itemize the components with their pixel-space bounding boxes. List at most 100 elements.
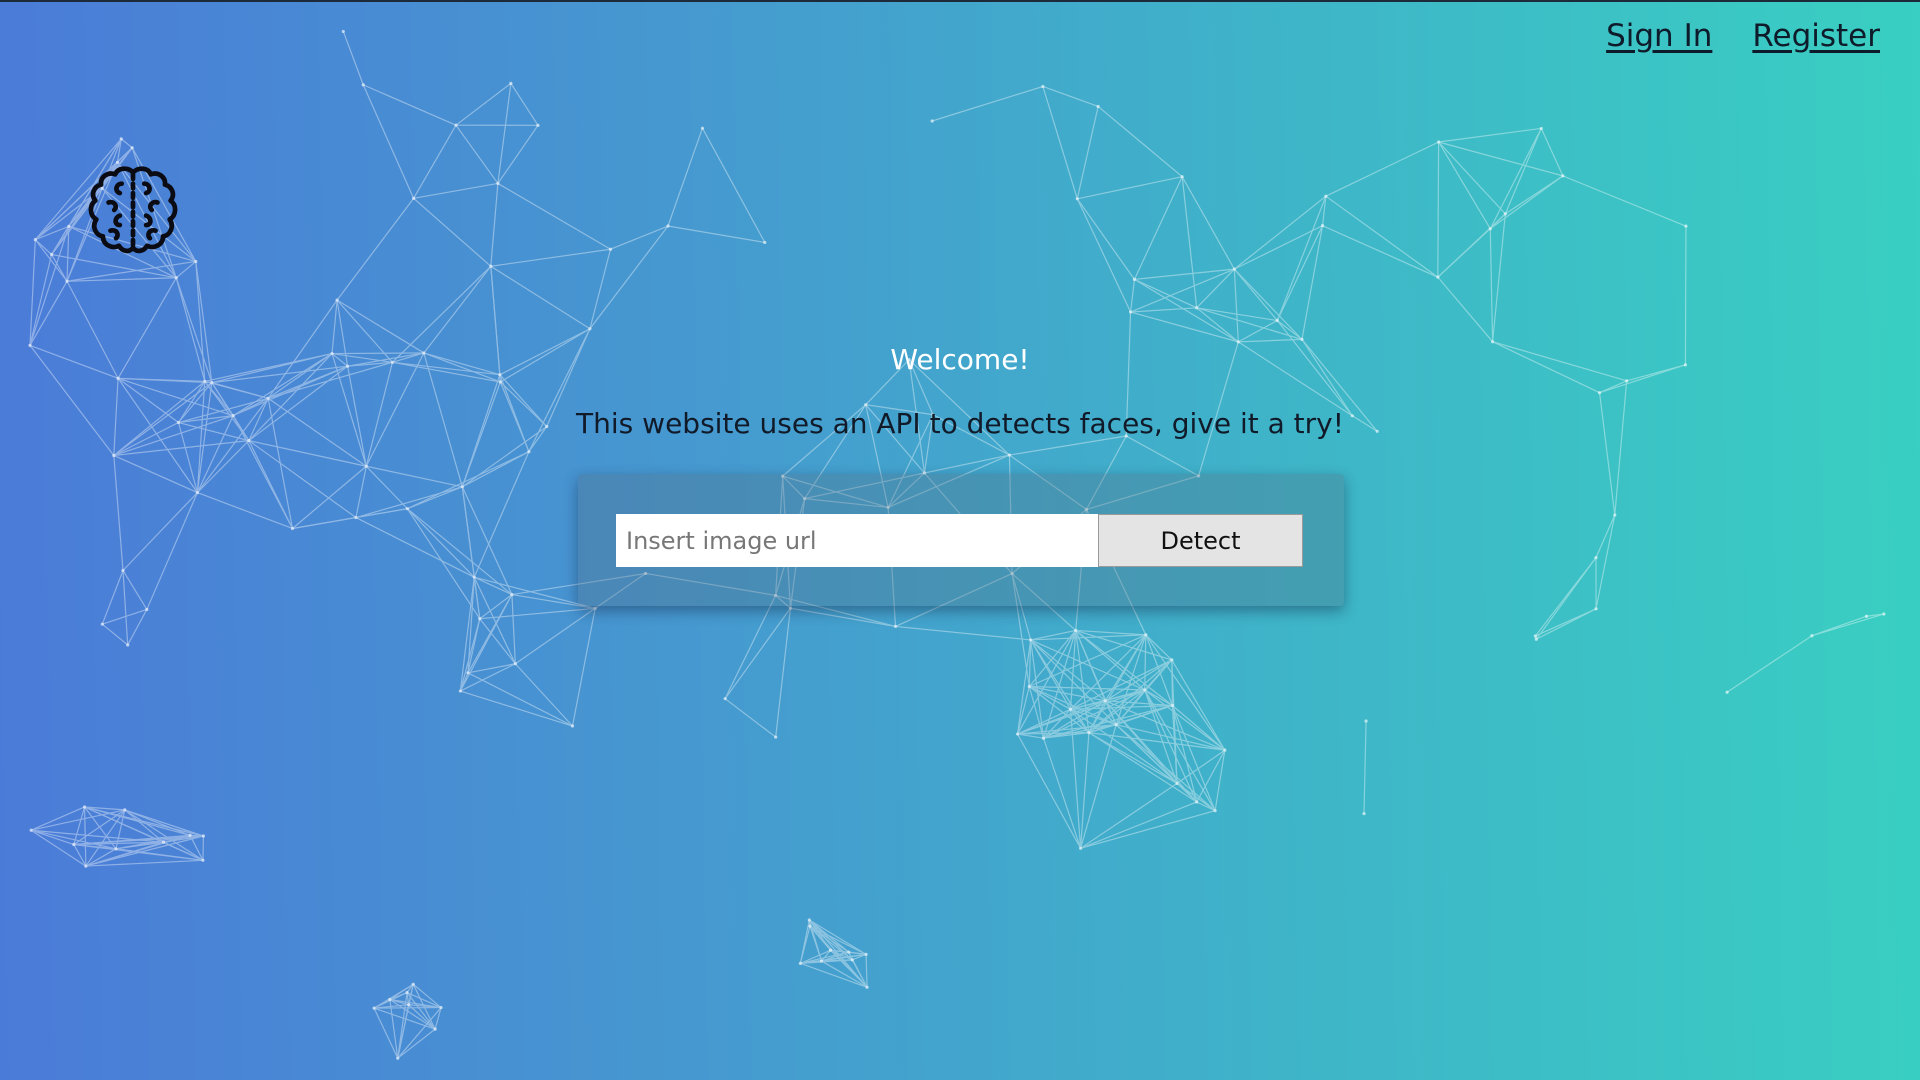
- detect-button[interactable]: Detect: [1098, 514, 1303, 567]
- network-line: [31, 829, 164, 843]
- network-node: [290, 526, 295, 531]
- network-node: [1539, 126, 1543, 131]
- network-node: [1534, 637, 1538, 641]
- network-line: [1595, 514, 1616, 558]
- network-line: [124, 809, 204, 837]
- network-line: [474, 576, 596, 609]
- network-node: [411, 982, 415, 986]
- network-line: [1491, 213, 1506, 342]
- network-node: [1114, 723, 1118, 727]
- network-line: [1134, 268, 1235, 281]
- image-url-input[interactable]: [616, 514, 1098, 567]
- network-line: [497, 182, 611, 250]
- network-line: [589, 249, 612, 329]
- network-node: [828, 948, 833, 952]
- network-node: [478, 617, 482, 621]
- network-node: [412, 196, 416, 200]
- network-node: [458, 689, 462, 693]
- network-node: [763, 240, 767, 245]
- network-line: [29, 280, 68, 346]
- network-node: [116, 376, 120, 380]
- network-node: [1195, 800, 1199, 804]
- network-node: [188, 833, 192, 837]
- network-line: [408, 1004, 436, 1030]
- network-line: [51, 254, 68, 282]
- network-node: [593, 606, 597, 610]
- network-node: [145, 607, 149, 612]
- network-node: [1079, 846, 1083, 850]
- network-node: [210, 381, 214, 385]
- network-line: [1726, 635, 1813, 693]
- network-node: [126, 643, 130, 647]
- network-node: [405, 990, 409, 995]
- network-line: [924, 454, 1010, 474]
- network-line: [467, 672, 573, 727]
- network-node: [1015, 732, 1020, 736]
- network-node: [1725, 690, 1729, 694]
- network-line: [1238, 320, 1278, 343]
- sign-in-link[interactable]: Sign In: [1606, 18, 1712, 54]
- network-line: [29, 239, 36, 346]
- network-node: [1300, 337, 1304, 342]
- network-line: [1438, 141, 1491, 230]
- network-line: [1181, 176, 1235, 270]
- network-line: [85, 848, 117, 867]
- network-node: [527, 450, 531, 454]
- network-node: [496, 181, 500, 186]
- network-node: [536, 123, 540, 127]
- network-line: [1595, 514, 1616, 609]
- network-line: [83, 806, 87, 867]
- network-node: [1041, 736, 1046, 740]
- network-node: [33, 238, 37, 242]
- network-line: [667, 225, 765, 244]
- network-node: [1213, 809, 1217, 813]
- brain-icon: [88, 166, 178, 254]
- network-node: [119, 137, 123, 141]
- network-line: [423, 265, 492, 354]
- network-line: [1028, 686, 1045, 739]
- network-line: [1125, 435, 1199, 477]
- network-node: [1613, 513, 1617, 517]
- network-node: [1223, 748, 1227, 752]
- network-node: [1864, 614, 1869, 618]
- network-line: [1097, 106, 1183, 178]
- network-node: [588, 327, 592, 331]
- network-line: [190, 834, 204, 837]
- network-node: [335, 298, 339, 302]
- network-line: [122, 570, 148, 610]
- network-line: [1363, 720, 1367, 814]
- network-node: [405, 507, 409, 511]
- network-node: [194, 259, 198, 264]
- network-line: [1029, 634, 1147, 688]
- network-line: [1030, 634, 1146, 641]
- network-line: [1811, 613, 1885, 637]
- register-link[interactable]: Register: [1752, 18, 1880, 54]
- network-node: [1533, 634, 1537, 638]
- network-line: [1145, 634, 1226, 751]
- network-node: [930, 119, 934, 123]
- network-node: [570, 724, 575, 728]
- network-line: [1042, 737, 1082, 849]
- network-line: [336, 197, 415, 301]
- network-line: [479, 607, 596, 620]
- network-line: [1130, 268, 1235, 313]
- network-node: [72, 842, 76, 847]
- network-node: [1275, 318, 1279, 323]
- network-line: [1076, 198, 1135, 280]
- network-node: [489, 264, 493, 268]
- network-node: [774, 735, 778, 739]
- network-node: [1362, 812, 1366, 816]
- network-line: [724, 607, 791, 700]
- network-line: [29, 254, 53, 346]
- network-line: [120, 138, 133, 149]
- network-line: [467, 663, 516, 674]
- network-line: [514, 607, 596, 665]
- network-line: [1144, 659, 1173, 691]
- network-node: [65, 279, 69, 283]
- network-line: [1276, 225, 1324, 321]
- network-line: [362, 84, 415, 199]
- network-node: [460, 485, 464, 489]
- network-node: [201, 834, 206, 838]
- network-line: [196, 440, 250, 494]
- network-line: [1233, 269, 1239, 342]
